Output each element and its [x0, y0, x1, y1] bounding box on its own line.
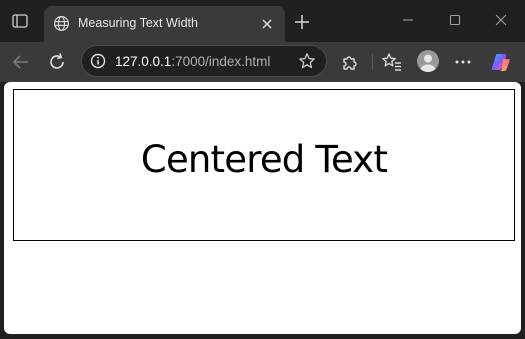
star-icon[interactable] — [298, 52, 316, 70]
url-text[interactable]: 127.0.0.1:7000/index.html — [115, 54, 270, 70]
address-bar[interactable]: 127.0.0.1:7000/index.html — [81, 45, 327, 77]
info-icon[interactable] — [90, 53, 106, 69]
minimize-icon[interactable] — [398, 10, 418, 30]
url-host: 127.0.0.1 — [115, 54, 172, 69]
globe-icon — [53, 15, 70, 32]
profile-icon — [420, 54, 436, 72]
tab-title: Measuring Text Width — [78, 16, 198, 30]
back-arrow-icon[interactable] — [10, 51, 32, 73]
puzzle-icon[interactable] — [339, 51, 361, 73]
page-viewport: Centered Text — [4, 82, 521, 334]
centered-heading: Centered Text — [140, 138, 388, 181]
toolbar: 127.0.0.1:7000/index.html — [0, 42, 525, 82]
tab-active[interactable]: Measuring Text Width — [44, 6, 285, 42]
copilot-icon[interactable] — [490, 51, 512, 73]
refresh-icon[interactable] — [46, 51, 68, 73]
close-window-icon[interactable] — [491, 10, 511, 30]
tab-strip: Measuring Text Width — [0, 0, 525, 42]
plus-icon[interactable] — [293, 13, 311, 31]
avatar[interactable] — [417, 50, 439, 72]
close-icon[interactable] — [259, 16, 275, 32]
maximize-icon[interactable] — [445, 10, 465, 30]
favorites-icon[interactable] — [381, 51, 403, 73]
window-icon[interactable] — [12, 14, 28, 28]
toolbar-divider — [372, 54, 373, 70]
bordered-container: Centered Text — [13, 89, 515, 241]
url-path: :7000/index.html — [171, 54, 271, 69]
more-icon[interactable] — [452, 51, 474, 73]
